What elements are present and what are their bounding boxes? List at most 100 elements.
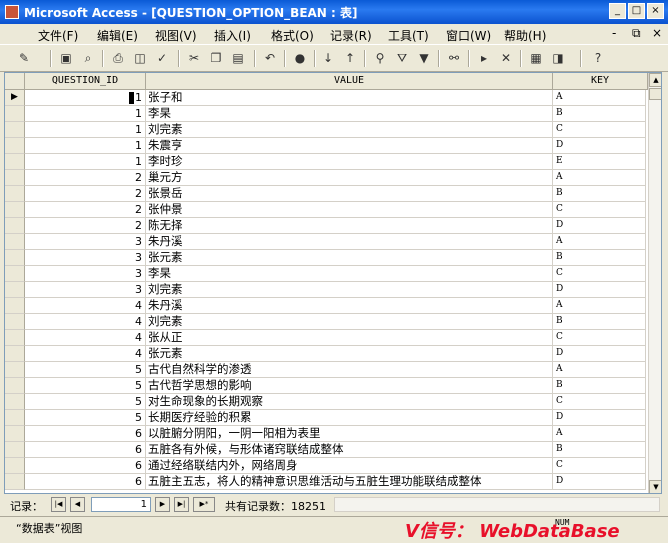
next-record-button[interactable]: ▶ [155,497,170,512]
cell-value[interactable]: 刘完素 [146,314,553,330]
record-selector[interactable] [5,330,25,346]
record-selector[interactable]: ▶ [5,90,25,106]
record-selector[interactable] [5,442,25,458]
cell-key[interactable]: C [553,202,646,218]
table-row[interactable]: 2 巢元方 A [5,170,661,186]
table-row[interactable]: 3 李杲 C [5,266,661,282]
cell-key[interactable]: D [553,346,646,362]
filter-by-selection-icon[interactable]: ⚲ [372,50,388,66]
cell-value[interactable]: 五脏主五志，将人的精神意识思维活动与五脏生理功能联结成整体 [146,474,553,490]
cell-question-id[interactable]: 3 [25,282,146,298]
cell-question-id[interactable]: 1 [25,90,146,106]
previous-record-button[interactable]: ◀ [70,497,85,512]
table-row[interactable]: 4 张从正 C [5,330,661,346]
cell-key[interactable]: E [553,154,646,170]
cell-question-id[interactable]: 2 [25,186,146,202]
table-row[interactable]: 1 李时珍 E [5,154,661,170]
table-row[interactable]: 2 张仲景 C [5,202,661,218]
cell-question-id[interactable]: 3 [25,266,146,282]
table-row[interactable]: 6 通过经络联结内外，网络周身 C [5,458,661,474]
cut-icon[interactable]: ✂ [186,50,202,66]
cell-key[interactable]: A [553,362,646,378]
cell-value[interactable]: 对生命现象的长期观察 [146,394,553,410]
record-selector[interactable] [5,122,25,138]
access-app-icon[interactable] [5,5,19,19]
menu-format[interactable]: 格式(O) [271,27,314,44]
record-selector[interactable] [5,298,25,314]
cell-key[interactable]: D [553,410,646,426]
cell-key[interactable]: D [553,138,646,154]
cell-key[interactable]: B [553,442,646,458]
menu-view[interactable]: 视图(V) [155,27,197,44]
column-header-key[interactable]: KEY [553,73,648,90]
record-selector[interactable] [5,138,25,154]
cell-value[interactable]: 长期医疗经验的积累 [146,410,553,426]
new-record-icon[interactable]: ▸ [476,50,492,66]
table-row[interactable]: 4 朱丹溪 A [5,298,661,314]
table-row[interactable]: 3 刘完素 D [5,282,661,298]
cell-key[interactable]: A [553,234,646,250]
cell-question-id[interactable]: 6 [25,474,146,490]
record-selector[interactable] [5,218,25,234]
record-selector[interactable] [5,378,25,394]
apply-filter-icon[interactable]: ▼ [416,50,432,66]
insert-object-icon[interactable]: ● [292,50,308,66]
cell-key[interactable]: A [553,170,646,186]
cell-key[interactable]: B [553,314,646,330]
menu-records[interactable]: 记录(R) [330,27,372,44]
table-row[interactable]: 4 刘完素 B [5,314,661,330]
record-selector[interactable] [5,426,25,442]
mdi-minimize-button[interactable]: - [612,26,616,40]
table-row[interactable]: 4 张元素 D [5,346,661,362]
cell-question-id[interactable]: 5 [25,362,146,378]
help-icon[interactable]: ? [590,50,606,66]
first-record-button[interactable]: |◀ [51,497,66,512]
delete-record-icon[interactable]: ✕ [498,50,514,66]
search-icon[interactable]: ⌕ [80,50,96,66]
close-button[interactable]: × [647,3,664,19]
record-selector[interactable] [5,474,25,490]
table-row[interactable]: 1 李杲 B [5,106,661,122]
scroll-down-icon[interactable]: ▼ [649,480,661,493]
cell-key[interactable]: D [553,474,646,490]
column-header-value[interactable]: VALUE [146,73,553,90]
save-icon[interactable]: ▣ [58,50,74,66]
cell-key[interactable]: D [553,282,646,298]
database-window-icon[interactable]: ▦ [528,50,544,66]
cell-value[interactable]: 张子和 [146,90,553,106]
cell-key[interactable]: B [553,186,646,202]
cell-value[interactable]: 李时珍 [146,154,553,170]
cell-value[interactable]: 张仲景 [146,202,553,218]
menu-insert[interactable]: 插入(I) [214,27,251,44]
cell-question-id[interactable]: 1 [25,138,146,154]
cell-question-id[interactable]: 4 [25,298,146,314]
undo-icon[interactable]: ↶ [262,50,278,66]
cell-value[interactable]: 刘完素 [146,122,553,138]
record-selector[interactable] [5,282,25,298]
cell-value[interactable]: 古代哲学思想的影响 [146,378,553,394]
table-row[interactable]: 6 以脏腑分阴阳，一阴一阳相为表里 A [5,426,661,442]
table-row[interactable]: 1 刘完素 C [5,122,661,138]
cell-question-id[interactable]: 2 [25,170,146,186]
record-selector[interactable] [5,154,25,170]
mdi-restore-button[interactable]: ⧉ [632,26,641,41]
table-row[interactable]: 5 对生命现象的长期观察 C [5,394,661,410]
cell-key[interactable]: A [553,90,646,106]
table-row[interactable]: 5 古代哲学思想的影响 B [5,378,661,394]
cell-question-id[interactable]: 1 [25,122,146,138]
print-icon[interactable]: ⎙ [110,50,126,66]
cell-value[interactable]: 以脏腑分阴阳，一阴一阳相为表里 [146,426,553,442]
cell-question-id[interactable]: 6 [25,426,146,442]
record-selector[interactable] [5,106,25,122]
cell-question-id[interactable]: 6 [25,458,146,474]
cell-key[interactable]: C [553,122,646,138]
table-row[interactable]: 5 古代自然科学的渗透 A [5,362,661,378]
record-selector[interactable] [5,250,25,266]
menu-window[interactable]: 窗口(W) [446,27,491,44]
cell-value[interactable]: 朱丹溪 [146,234,553,250]
cell-value[interactable]: 李杲 [146,266,553,282]
record-selector[interactable] [5,394,25,410]
cell-value[interactable]: 巢元方 [146,170,553,186]
cell-question-id[interactable]: 3 [25,250,146,266]
current-record-input[interactable]: 1 [91,497,151,512]
